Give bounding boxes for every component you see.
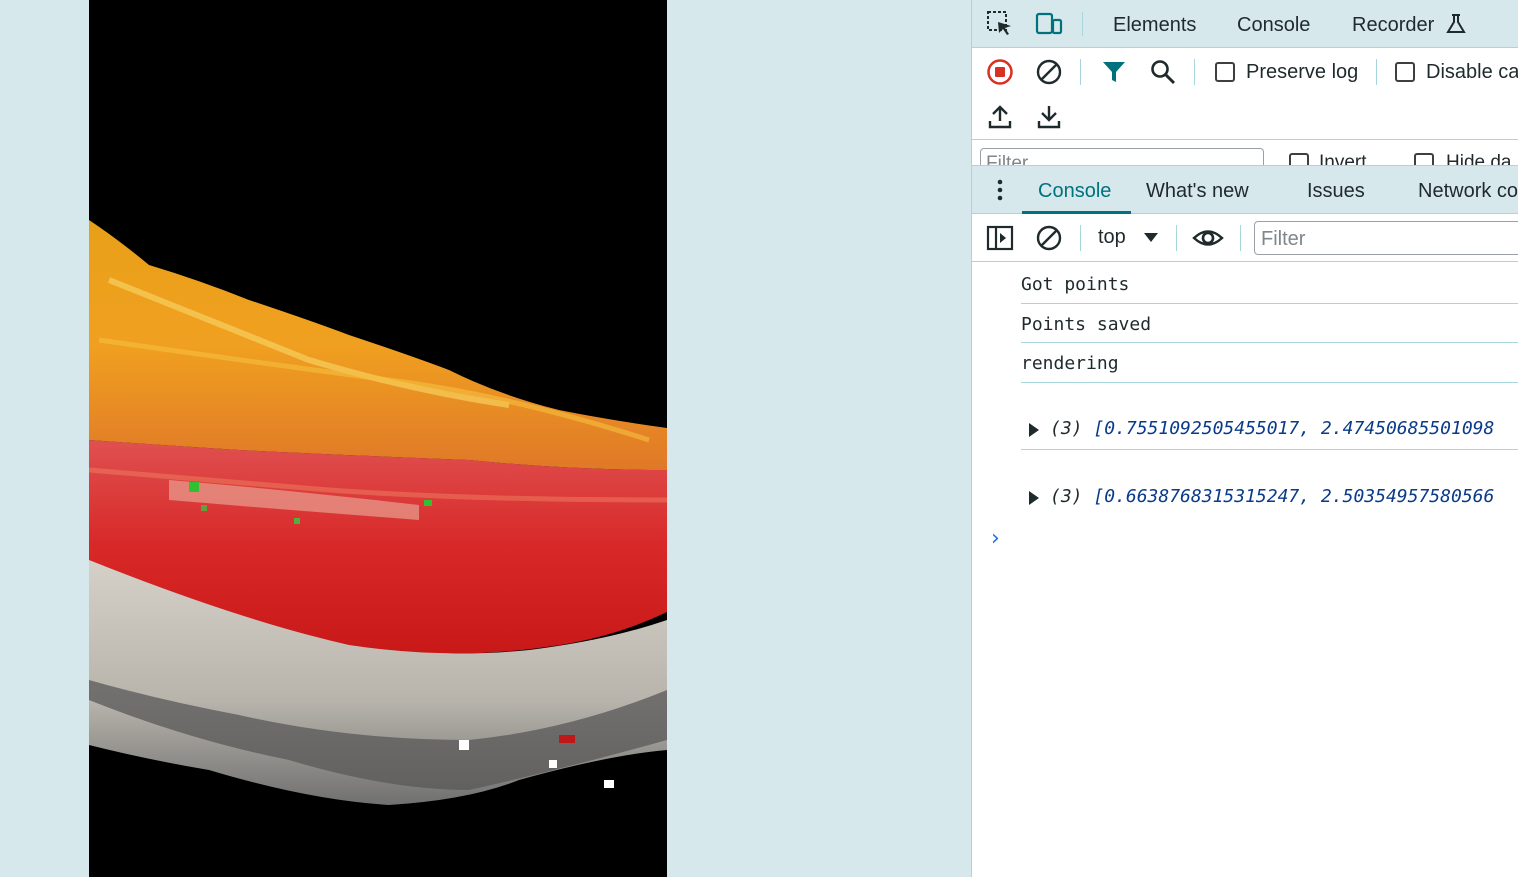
drawer-tab-console[interactable]: Console — [1038, 180, 1111, 203]
console-message: Points saved — [1021, 304, 1518, 343]
filter-icon[interactable] — [1098, 56, 1130, 88]
inspect-element-icon[interactable] — [986, 10, 1014, 38]
tab-elements[interactable]: Elements — [1113, 14, 1196, 37]
hide-data-label: Hide da — [1446, 152, 1512, 166]
expand-triangle-icon[interactable] — [1029, 423, 1039, 437]
devtools-main-tabbar: Elements Console Recorder — [972, 0, 1518, 48]
tabbar-divider — [1082, 12, 1083, 36]
drawer-tab-network-conditions[interactable]: Network co — [1418, 180, 1518, 203]
console-output: Got points Points saved rendering (3) [0… — [972, 262, 1518, 877]
network-filter-row: Filter Invert Hide da — [972, 140, 1518, 166]
console-message: rendering — [1021, 343, 1518, 383]
preserve-log-label: Preserve log — [1246, 61, 1359, 83]
console-array-entry[interactable]: (3) [0.7551092505455017, 2.4745068550109… — [1021, 418, 1518, 450]
drawer-tabbar: Console What's new Issues Network co — [972, 166, 1518, 214]
upload-icon[interactable] — [984, 101, 1016, 133]
console-toolbar: top Filter — [972, 214, 1518, 262]
array-count: (3) — [1050, 486, 1083, 507]
device-toolbar-icon[interactable] — [1035, 10, 1063, 38]
search-icon[interactable] — [1147, 56, 1179, 88]
hide-data-checkbox[interactable] — [1414, 153, 1434, 165]
record-stop-icon[interactable] — [984, 56, 1016, 88]
chevron-down-icon[interactable] — [1144, 233, 1158, 242]
more-vertical-icon[interactable] — [992, 178, 1008, 202]
layer-orange — [89, 220, 667, 470]
array-values: [0.6638768315315247, 2.50354957580566 — [1093, 486, 1495, 507]
tab-recorder[interactable]: Recorder — [1352, 14, 1434, 37]
toolbar-divider — [1176, 225, 1177, 251]
network-toolbar: Preserve log Disable ca — [972, 48, 1518, 140]
toolbar-divider — [1194, 59, 1195, 85]
render-viewport[interactable] — [89, 0, 667, 877]
drawer-tab-whats-new[interactable]: What's new — [1146, 180, 1249, 203]
invert-label: Invert — [1319, 152, 1367, 166]
console-array-entry[interactable]: (3) [0.6638768315315247, 2.5035495758056… — [1021, 486, 1518, 518]
array-preview: (3) [0.6638768315315247, 2.5035495758056… — [1050, 486, 1494, 507]
console-filter-placeholder: Filter — [1261, 228, 1306, 250]
drawer-tab-issues[interactable]: Issues — [1307, 180, 1365, 203]
sidebar-toggle-icon[interactable] — [984, 222, 1016, 254]
console-prompt[interactable]: › — [991, 526, 1000, 551]
preserve-log-checkbox[interactable] — [1215, 62, 1235, 82]
console-message-text: Points saved — [1021, 314, 1152, 335]
expand-triangle-icon[interactable] — [1029, 491, 1039, 505]
disable-cache-checkbox[interactable] — [1395, 62, 1415, 82]
array-preview: (3) [0.7551092505455017, 2.4745068550109… — [1050, 418, 1494, 439]
context-selector[interactable]: top — [1098, 226, 1126, 249]
array-values: [0.7551092505455017, 2.47450685501098 — [1093, 418, 1495, 439]
toolbar-divider — [1080, 59, 1081, 85]
array-count: (3) — [1050, 418, 1083, 439]
tab-console[interactable]: Console — [1237, 14, 1310, 37]
console-message-text: rendering — [1021, 353, 1119, 374]
live-expression-icon[interactable] — [1192, 222, 1224, 254]
toolbar-divider — [1240, 225, 1241, 251]
flask-icon — [1442, 10, 1470, 38]
toolbar-divider — [1376, 59, 1377, 85]
console-message: Got points — [1021, 262, 1518, 304]
download-icon[interactable] — [1033, 101, 1065, 133]
disable-cache-label: Disable ca — [1426, 61, 1518, 83]
clear-console-icon[interactable] — [1033, 222, 1065, 254]
clear-icon[interactable] — [1033, 56, 1065, 88]
console-message-text: Got points — [1021, 274, 1130, 295]
point-cloud-canvas[interactable] — [89, 0, 667, 877]
invert-checkbox[interactable] — [1289, 153, 1309, 165]
devtools-panel: Elements Console Recorder Preserve log D… — [971, 0, 1518, 877]
toolbar-divider — [1080, 225, 1081, 251]
network-filter-placeholder: Filter — [986, 153, 1029, 166]
